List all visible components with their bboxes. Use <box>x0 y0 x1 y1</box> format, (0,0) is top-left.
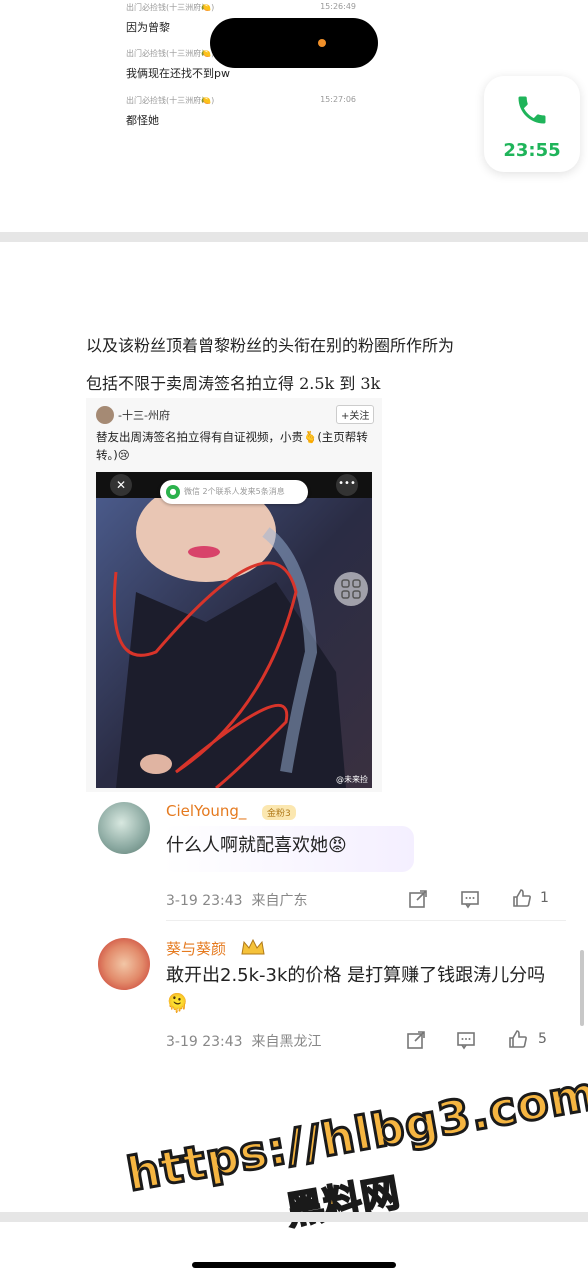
section-divider <box>0 232 588 242</box>
wechat-notification[interactable]: ● 微信 2个联系人发来5条消息 <box>160 480 308 504</box>
comment-username[interactable]: CielYoung_ <box>166 802 246 820</box>
avatar <box>96 406 114 424</box>
comment-icon[interactable] <box>456 1030 476 1050</box>
crown-icon <box>241 938 265 955</box>
embedded-post: -十三-州府 +关注 替友出周涛签名拍立得有自证视频，小贵🫰(主页帮转转。)😢 … <box>86 398 382 792</box>
comment-timestamp: 3-19 23:43 <box>166 893 243 909</box>
like-count: 5 <box>538 1031 547 1047</box>
section-divider <box>0 1212 588 1222</box>
chat-text: 都怪她 <box>126 114 159 127</box>
video-frame <box>96 482 372 788</box>
video-watermark: @未来捡 <box>336 775 368 784</box>
close-icon[interactable]: ✕ <box>110 474 132 496</box>
comment-divider <box>166 920 566 921</box>
article-line: 以及该粉丝顶着曾黎粉丝的头衔在别的粉圈所作所为 <box>86 336 455 355</box>
comment-username[interactable]: 葵与葵颜 <box>166 938 226 959</box>
like-icon[interactable] <box>512 888 532 908</box>
chat-sender: 出门必捡钱(十三洲府🍋) <box>126 3 215 12</box>
chat-time: 15:26:49 <box>320 2 356 11</box>
chat-sender: 出门必捡钱(十三洲府🍋) <box>126 96 215 105</box>
phone-icon <box>518 96 546 124</box>
wechat-title: 微信 <box>184 487 200 496</box>
watermark-title: 黑料网 <box>282 1169 404 1234</box>
comment-icon[interactable] <box>460 889 480 909</box>
chat-message: 出门必捡钱(十三洲府🍋) 15:27:06 都怪她 <box>126 95 356 128</box>
share-icon[interactable] <box>406 1030 426 1050</box>
chat-sender: 出门必捡钱(十三洲府🍋) <box>126 49 215 58</box>
avatar[interactable] <box>98 802 150 854</box>
comment-location: 来自黑龙江 <box>251 1034 322 1050</box>
follow-button: +关注 <box>336 405 375 424</box>
post-text: 替友出周涛签名拍立得有自证视频，小贵🫰(主页帮转转。)😢 <box>96 430 368 462</box>
comment-text: 敢开出2.5k-3k的价格 是打算赚了钱跟涛儿分吗🫠 <box>166 965 546 1014</box>
call-timer-card[interactable]: 23:55 <box>484 76 580 172</box>
fan-badge: 金粉3 <box>262 805 296 820</box>
scrollbar[interactable] <box>580 950 584 1026</box>
chat-time: 15:27:06 <box>320 95 356 104</box>
recording-dot-icon <box>318 39 326 47</box>
like-icon[interactable] <box>508 1029 528 1049</box>
video-player[interactable]: ✕ ••• ● 微信 2个联系人发来5条消息 @未来捡 <box>96 472 372 788</box>
like-count: 1 <box>540 890 549 906</box>
share-icon[interactable] <box>408 889 428 909</box>
avatar[interactable] <box>98 938 150 990</box>
call-duration: 23:55 <box>503 140 561 161</box>
more-options-icon[interactable]: ••• <box>336 474 358 496</box>
dynamic-island <box>210 18 378 68</box>
comment-text: 什么人啊就配喜欢她😡 <box>166 835 347 856</box>
grid-menu-icon[interactable] <box>334 572 368 606</box>
article-line: 包括不限于卖周涛签名拍立得 2.5k 到 3k <box>86 374 381 393</box>
comment-timestamp: 3-19 23:43 <box>166 1034 243 1050</box>
wechat-icon: ● <box>166 485 180 499</box>
site-watermark: https://hlbg3.com 黑料网 <box>121 1064 588 1277</box>
home-indicator[interactable] <box>192 1262 396 1268</box>
chat-screenshot: 出门必捡钱(十三洲府🍋) 15:26:49 因为曾黎 出门必捡钱(十三洲府🍋) 我… <box>0 0 588 232</box>
post-username: -十三-州府 <box>118 409 170 422</box>
wechat-message: 2个联系人发来5条消息 <box>202 487 285 496</box>
comment-location: 来自广东 <box>251 893 308 909</box>
